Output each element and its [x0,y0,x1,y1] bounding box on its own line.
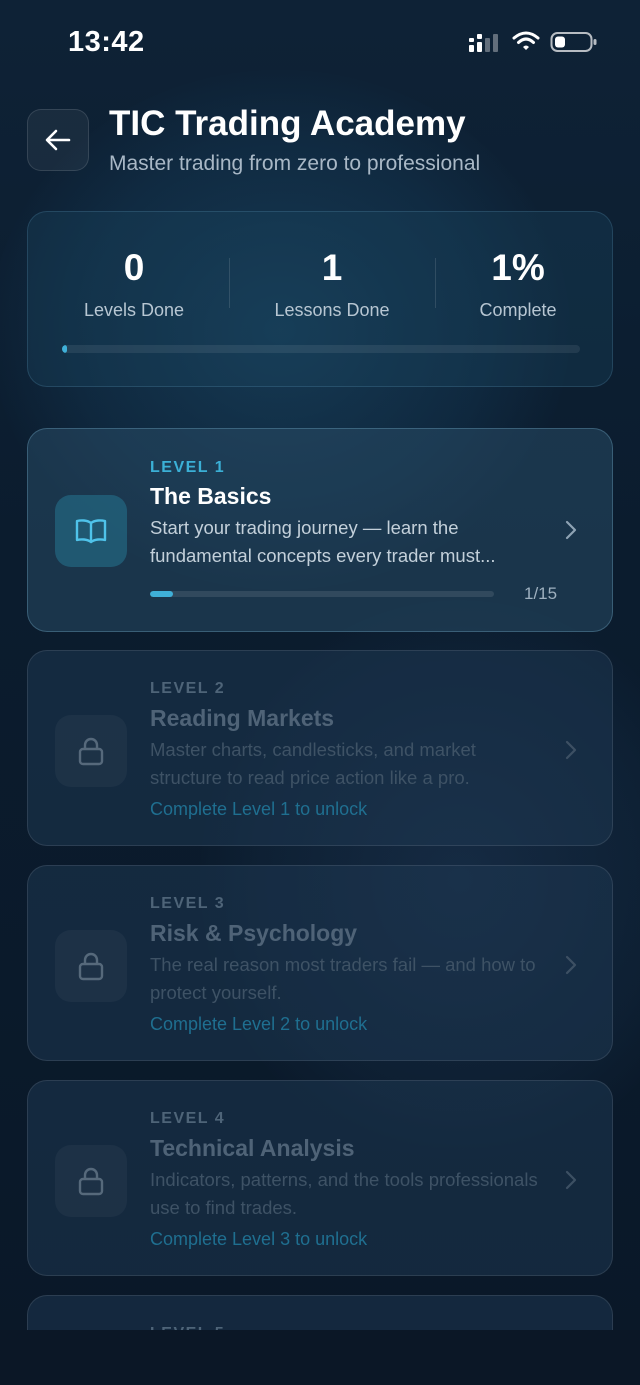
level-title: Technical Analysis [150,1135,355,1161]
unlock-hint: Complete Level 3 to unlock [150,1229,368,1249]
level-description: Indicators, patterns, and the tools prof… [150,1169,538,1218]
overall-progress-fill [62,345,68,353]
level-title: The Basics [150,483,272,509]
status-time: 13:42 [68,26,145,58]
level-tag: LEVEL 3 [150,895,226,912]
stat-lessons-done: 1 Lessons Done [237,246,427,321]
chevron-right-icon [565,955,577,975]
level-description: Start your trading journey — learn the f… [150,517,496,566]
level-icon [55,715,127,787]
chevron-right-icon [565,740,577,760]
stat-value: 1% [491,247,545,288]
level-icon [55,930,127,1002]
chevron-right-icon [565,1170,577,1190]
stat-label: Complete [479,300,557,320]
level-card-4[interactable]: LEVEL 4 Technical Analysis Indicators, p… [27,1080,613,1276]
stat-label: Levels Done [83,300,185,320]
stat-complete: 1% Complete [423,246,613,321]
status-bar: 13:42 [0,0,640,86]
back-button[interactable] [27,109,89,171]
book-icon [75,519,107,544]
level-card-2[interactable]: LEVEL 2 Reading Markets Master charts, c… [27,650,613,846]
overall-progress-bar [62,345,580,353]
unlock-hint: Complete Level 2 to unlock [150,1014,368,1034]
level-progress-fill [150,591,173,597]
level-card-3[interactable]: LEVEL 3 Risk & Psychology The real reaso… [27,865,613,1061]
stat-value: 0 [123,247,145,288]
arrow-left-icon [45,129,71,151]
page-subtitle: Master trading from zero to professional [109,152,481,175]
level-title: Risk & Psychology [150,920,358,946]
cellular-signal-icon [469,34,498,52]
page-title: TIC Trading Academy [109,104,466,143]
level-title: Reading Markets [150,705,335,731]
chevron-right-icon [565,520,577,540]
wifi-icon [512,31,540,50]
level-tag: LEVEL 1 [150,459,226,476]
stat-label: Lessons Done [274,300,390,320]
battery-icon [550,32,597,52]
stat-levels-done: 0 Levels Done [39,246,229,321]
divider [229,258,230,308]
progress-summary-card: 0 Levels Done 1 Lessons Done 1% Complete [27,211,613,387]
level-progress-bar [150,591,494,597]
level-description: Master charts, candlesticks, and market … [150,739,476,788]
level-icon [55,1145,127,1217]
lesson-count: 1/15 [524,584,558,603]
stat-value: 1 [321,247,343,288]
lock-icon [78,1167,104,1196]
level-icon [55,495,127,567]
level-tag: LEVEL 2 [150,680,226,697]
lock-icon [78,952,104,981]
level-tag: LEVEL 4 [150,1110,226,1127]
unlock-hint: Complete Level 1 to unlock [150,799,368,819]
level-card-1[interactable]: LEVEL 1 The Basics Start your trading jo… [27,428,613,632]
level-description: The real reason most traders fail — and … [150,954,536,1003]
bottom-fade [0,1330,640,1385]
lock-icon [78,737,104,766]
